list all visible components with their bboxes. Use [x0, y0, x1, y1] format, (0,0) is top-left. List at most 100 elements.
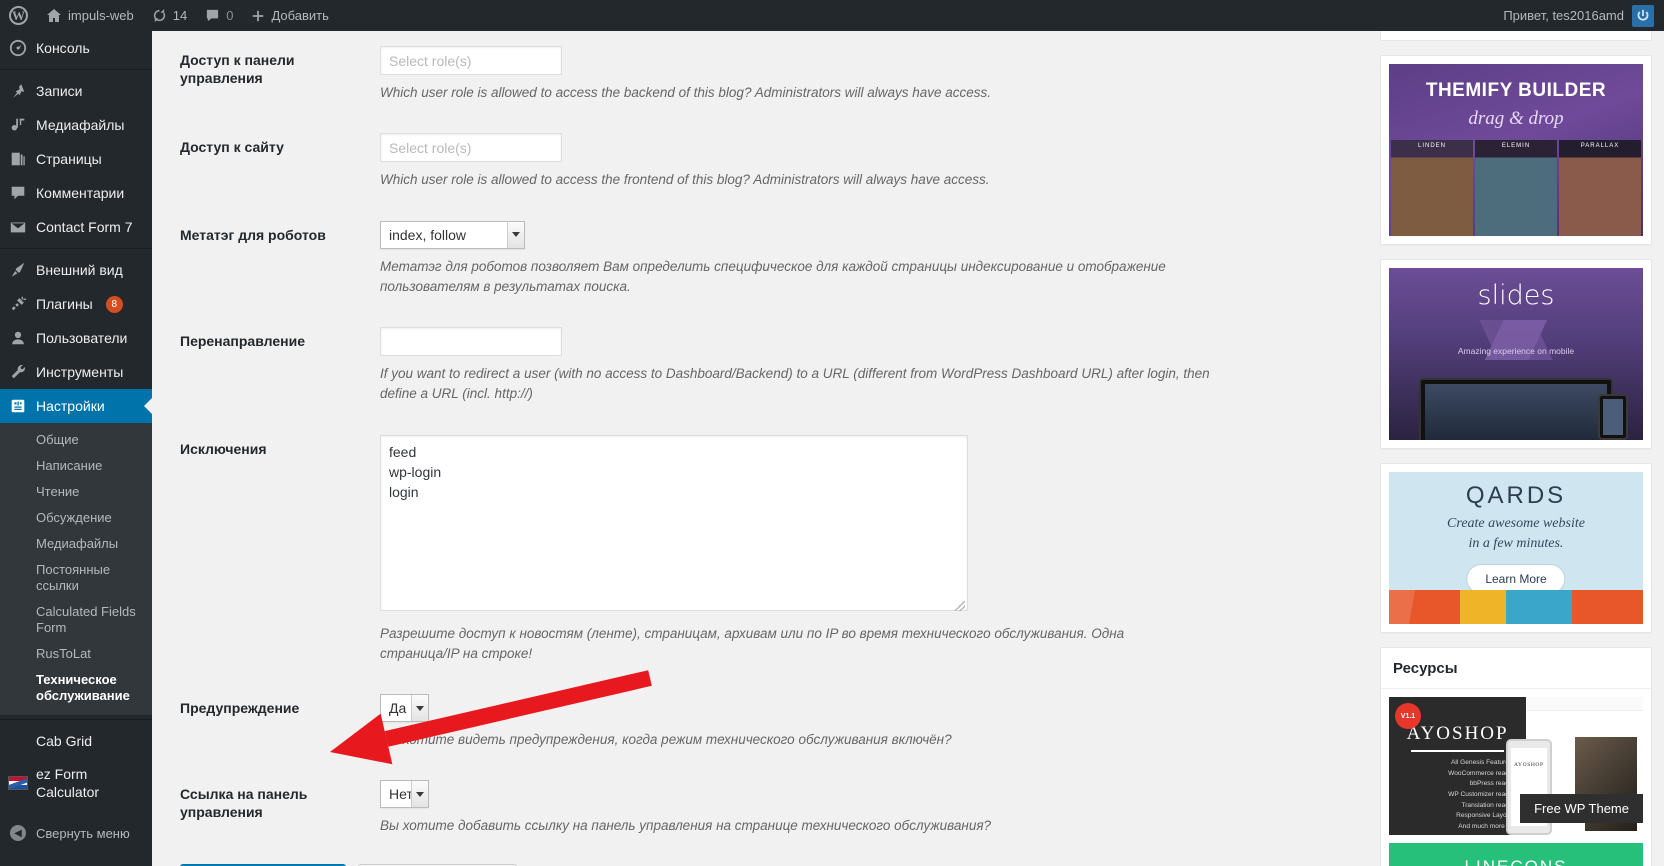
qards-banner[interactable]: QARDS Create awesome website in a few mi…: [1389, 472, 1643, 624]
dashboard-link-value: Нет: [381, 781, 411, 807]
submenu-item-reading[interactable]: Чтение: [0, 479, 152, 505]
plugins-update-badge: 8: [106, 296, 123, 313]
slides-phone-graphic: [1598, 394, 1628, 440]
comments-link[interactable]: 0: [196, 0, 242, 31]
ayoshop-banner[interactable]: V1.1 AYOSHOP All Genesis Features WooCom…: [1389, 697, 1643, 835]
sidebar-item-tools[interactable]: Инструменты: [0, 355, 152, 389]
themify-screenshots: LINDEN ELEMIN PARALLAX: [1389, 140, 1643, 236]
field-description: Which user role is allowed to access the…: [380, 170, 1200, 190]
ad-qards[interactable]: QARDS Create awesome website in a few mi…: [1380, 463, 1652, 633]
field-description: Метатэг для роботов позволяет Вам опреде…: [380, 257, 1170, 298]
chevron-down-icon: [507, 222, 524, 248]
plus-icon: [251, 9, 265, 23]
site-name-link[interactable]: impuls-web: [37, 0, 143, 31]
exclude-textarea[interactable]: feed wp-login login: [380, 435, 968, 611]
sidebar-item-posts[interactable]: Записи: [0, 74, 152, 108]
updates-link[interactable]: 14: [143, 0, 196, 31]
table-row: Перенаправление If you want to redirect …: [170, 312, 1248, 420]
new-content-link[interactable]: Добавить: [242, 0, 337, 31]
submenu-item-media[interactable]: Медиафайлы: [0, 531, 152, 557]
wp-logo-menu[interactable]: W: [0, 0, 37, 31]
frontend-role-input[interactable]: [380, 133, 562, 162]
field-description: Разрешите доступ к новостям (ленте), стр…: [380, 624, 1200, 665]
themify-subtitle: drag & drop: [1389, 108, 1643, 130]
ad-themify-builder[interactable]: THEMIFY BUILDER drag & drop LINDEN ELEMI…: [1380, 55, 1652, 245]
settings-table: Доступ к панели управления Which user ro…: [170, 31, 1248, 852]
themify-shot-caption: LINDEN: [1391, 143, 1473, 149]
themify-shot-caption: ELEMIN: [1475, 143, 1557, 149]
avatar[interactable]: [1632, 5, 1654, 27]
submenu-item-rustolat[interactable]: RusToLat: [0, 641, 152, 667]
plugins-icon: [0, 295, 36, 313]
submenu-item-discussion[interactable]: Обсуждение: [0, 505, 152, 531]
sidebar-item-media[interactable]: Медиафайлы: [0, 108, 152, 142]
field-description: If you want to redirect a user (with no …: [380, 364, 1210, 405]
notice-select[interactable]: Да: [380, 694, 429, 722]
table-row: Метатэг для роботов index, follow Метатэ…: [170, 206, 1248, 313]
settings-icon: [0, 397, 36, 415]
sidebar-item-cab-grid[interactable]: Cab Grid: [0, 724, 152, 758]
themify-shot-caption: PARALLAX: [1559, 143, 1641, 149]
submenu-item-maintenance[interactable]: Техническое обслуживание: [0, 667, 120, 709]
ad-inner: slides Amazing experience on mobile: [1381, 260, 1651, 448]
admin-sidebar-menu: Консоль Записи Медиафайлы Страницы Комме…: [0, 31, 152, 866]
robots-meta-value: index, follow: [381, 222, 507, 248]
collapse-menu-button[interactable]: ◀ Свернуть меню: [0, 816, 152, 850]
themify-banner[interactable]: THEMIFY BUILDER drag & drop LINDEN ELEMI…: [1389, 64, 1643, 236]
sidebar-item-label: Консоль: [36, 39, 98, 57]
collapse-arrow-icon: ◀: [0, 825, 36, 841]
themify-shot: ELEMIN: [1475, 140, 1557, 236]
row-field-notice: Да Вы хотите видеть предупреждения, когд…: [370, 679, 1248, 765]
ayoshop-features: All Genesis Features WooCommerce ready b…: [1397, 758, 1518, 833]
sidebar-item-label: Инструменты: [36, 363, 131, 381]
slides-title: slides: [1389, 280, 1643, 311]
sidebar-item-settings[interactable]: Настройки: [0, 389, 152, 423]
sidebar-item-comments[interactable]: Комментарии: [0, 176, 152, 210]
themify-shot: PARALLAX: [1559, 140, 1641, 236]
submenu-item-writing[interactable]: Написание: [0, 453, 152, 479]
linecons-banner[interactable]: LINECONS 48 FULLY SCALABLE VECTOR ICONS: [1389, 843, 1643, 866]
resources-panel-title: Ресурсы: [1381, 648, 1651, 689]
submenu-item-general[interactable]: Общие: [0, 427, 152, 453]
field-description: Which user role is allowed to access the…: [380, 83, 1200, 103]
submenu-item-permalinks[interactable]: Постоянные ссылки: [0, 557, 152, 599]
field-description: Вы хотите добавить ссылку на панель упра…: [380, 816, 1200, 836]
sidebar-item-dashboard[interactable]: Консоль: [0, 31, 152, 65]
media-icon: [0, 116, 36, 134]
sidebar-item-users[interactable]: Пользователи: [0, 321, 152, 355]
row-label-backend-access: Доступ к панели управления: [170, 31, 370, 118]
sidebar-item-appearance[interactable]: Внешний вид: [0, 253, 152, 287]
ad-slides[interactable]: slides Amazing experience on mobile: [1380, 259, 1652, 449]
submit-row: Сохранить настройки Сбросить настройки: [170, 852, 1248, 866]
themify-shot: LINDEN: [1391, 140, 1473, 236]
promo-panel-cut-top: [1380, 31, 1652, 41]
collapse-menu-label: Свернуть меню: [36, 826, 130, 841]
dashboard-link-select[interactable]: Нет: [380, 780, 429, 808]
redirect-url-input[interactable]: [380, 327, 562, 356]
submenu-item-calculated-fields-form[interactable]: Calculated Fields Form: [0, 599, 152, 641]
users-icon: [0, 329, 36, 347]
ad-inner: QARDS Create awesome website in a few mi…: [1381, 464, 1651, 632]
row-label-dashboard-link: Ссылка на панель управления: [170, 765, 370, 851]
slides-banner[interactable]: slides Amazing experience on mobile: [1389, 268, 1643, 440]
sidebar-item-label: Cab Grid: [36, 732, 100, 750]
howdy-label[interactable]: Привет, tes2016amd: [1503, 8, 1632, 23]
sidebar-item-pages[interactable]: Страницы: [0, 142, 152, 176]
notice-value: Да: [381, 695, 411, 721]
ayoshop-phone-title: AYOSHOP: [1511, 762, 1547, 768]
robots-meta-select[interactable]: index, follow: [380, 221, 525, 249]
ayoshop-mock-header: [1526, 697, 1643, 711]
slides-subtitle: Amazing experience on mobile: [1389, 346, 1643, 356]
qards-title: QARDS: [1389, 482, 1643, 510]
pages-icon: [0, 150, 36, 168]
sidebar-item-label: Настройки: [36, 397, 113, 415]
new-content-label: Добавить: [271, 8, 328, 23]
sidebar-item-ez-form-calculator[interactable]: ez Form Calculator: [0, 758, 152, 808]
ayoshop-feature: Responsive Layout: [1397, 811, 1512, 822]
backend-role-input[interactable]: [380, 46, 562, 75]
sidebar-item-plugins[interactable]: Плагины 8: [0, 287, 152, 321]
sidebar-item-label: ez Form Calculator: [36, 765, 114, 801]
ayoshop-feature: WP Customizer ready: [1397, 790, 1512, 801]
sidebar-item-contact-form-7[interactable]: Contact Form 7: [0, 210, 152, 244]
wordpress-logo-icon: W: [9, 6, 28, 25]
